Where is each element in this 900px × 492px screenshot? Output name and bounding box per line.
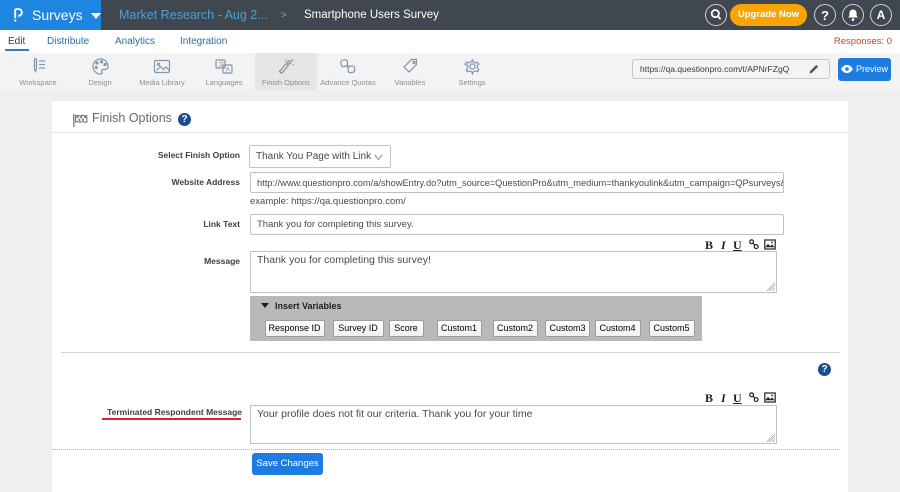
svg-text:文: 文 [218,60,224,68]
svg-text:A: A [226,67,231,74]
